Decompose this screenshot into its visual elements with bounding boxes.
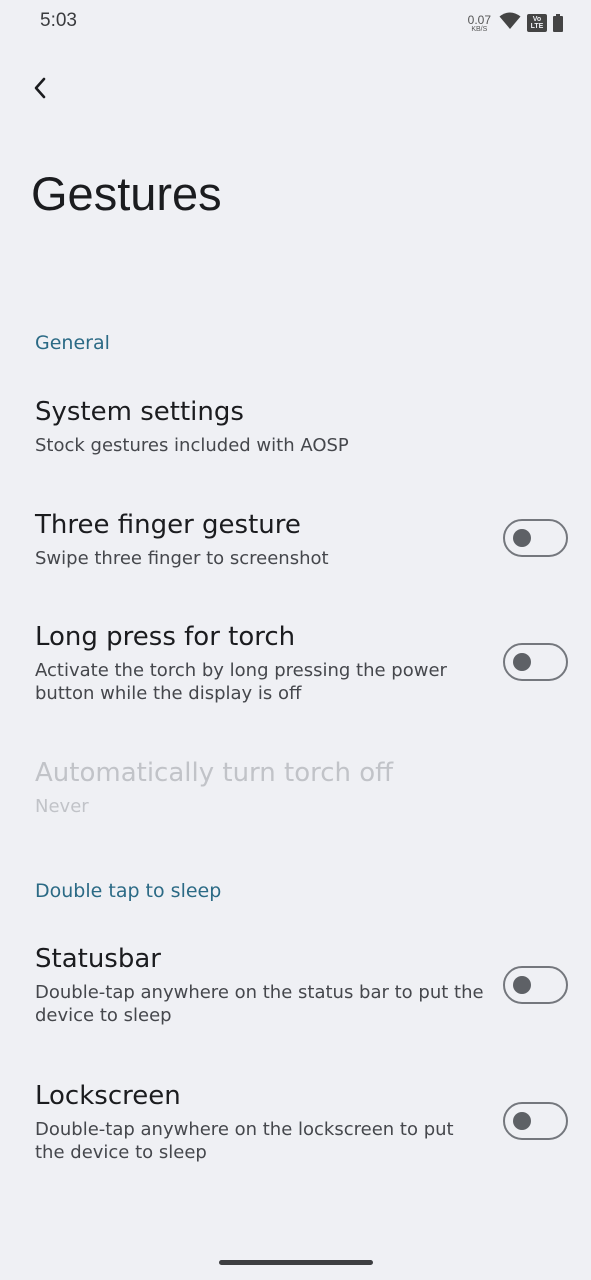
network-speed-value: 0.07 [467, 12, 491, 27]
pref-summary: Stock gestures included with AOSP [35, 435, 349, 456]
network-speed-unit: KB/S [471, 25, 488, 33]
pref-auto-torch-off: Automatically turn torch off Never [0, 746, 591, 846]
section-header-general: General [35, 332, 110, 354]
pref-long-press-torch[interactable]: Long press for torch Activate the torch … [0, 610, 591, 725]
toggle-thumb [513, 1112, 531, 1130]
status-icons: 0.07 KB/S Vo LTE [468, 12, 563, 34]
pref-three-finger-gesture[interactable]: Three finger gesture Swipe three finger … [0, 498, 591, 598]
pref-lockscreen[interactable]: Lockscreen Double-tap anywhere on the lo… [0, 1069, 591, 1184]
back-arrow-icon [32, 77, 48, 103]
pref-summary: Double-tap anywhere on the status bar to… [35, 982, 484, 1026]
toggle-thumb [513, 653, 531, 671]
long-press-torch-toggle[interactable] [503, 643, 568, 681]
statusbar-toggle[interactable] [503, 966, 568, 1004]
wifi-icon [499, 12, 521, 34]
section-header-double-tap: Double tap to sleep [35, 880, 222, 902]
pref-summary: Double-tap anywhere on the lockscreen to… [35, 1119, 454, 1163]
toggle-thumb [513, 976, 531, 994]
network-speed: 0.07 KB/S [468, 14, 491, 33]
pref-title: Automatically turn torch off [35, 758, 394, 788]
pref-summary: Swipe three finger to screenshot [35, 548, 329, 569]
pref-system-settings[interactable]: System settings Stock gestures included … [0, 385, 591, 485]
volte-icon: Vo LTE [527, 14, 547, 32]
back-button[interactable] [20, 70, 60, 110]
status-time: 5:03 [40, 10, 77, 31]
pref-title: Statusbar [35, 944, 161, 974]
pref-title: Lockscreen [35, 1081, 181, 1111]
pref-title: System settings [35, 397, 244, 427]
lockscreen-toggle[interactable] [503, 1102, 568, 1140]
pref-title: Long press for torch [35, 622, 296, 652]
volte-top-label: Vo [532, 16, 542, 23]
status-bar: 5:03 0.07 KB/S Vo LTE [0, 0, 591, 46]
gesture-nav-handle[interactable] [219, 1260, 373, 1265]
page-title: Gestures [31, 167, 222, 220]
pref-summary: Never [35, 796, 89, 817]
battery-icon [553, 14, 563, 32]
three-finger-gesture-toggle[interactable] [503, 519, 568, 557]
pref-summary: Activate the torch by long pressing the … [35, 660, 447, 704]
toggle-thumb [513, 529, 531, 547]
pref-title: Three finger gesture [35, 510, 301, 540]
pref-statusbar[interactable]: Statusbar Double-tap anywhere on the sta… [0, 932, 591, 1047]
volte-bottom-label: LTE [530, 23, 544, 30]
